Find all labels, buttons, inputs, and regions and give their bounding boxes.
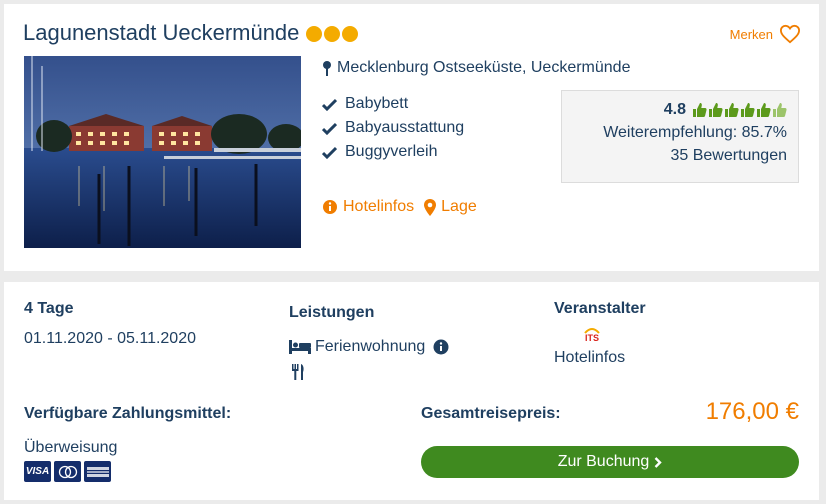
- total-label: Gesamtreisepreis:: [421, 405, 561, 422]
- thumbs-up-icon: [741, 103, 755, 117]
- meals-service: [291, 364, 305, 380]
- hotel-title[interactable]: Lagunenstadt Ueckermünde: [23, 20, 299, 46]
- payment-label: Verfügbare Zahlungsmittel:: [24, 405, 232, 422]
- info-icon: [323, 200, 337, 214]
- payment-icons: VISA: [24, 461, 111, 482]
- cutlery-icon: [292, 364, 304, 380]
- hotelinfo-link[interactable]: Hotelinfos: [322, 198, 414, 216]
- book-button-label: Zur Buchung: [557, 453, 650, 470]
- thumbs-rating: [692, 102, 787, 118]
- merken-label: Merken: [729, 26, 773, 42]
- star-icon: [306, 26, 322, 42]
- location-pin-icon: [323, 60, 331, 76]
- check-icon: [322, 98, 337, 111]
- thumbs-up-icon: [709, 103, 723, 117]
- its-logo: ITS: [584, 328, 600, 343]
- operator-label: Veranstalter: [554, 300, 646, 317]
- review-count: 35 Bewertungen: [670, 147, 787, 164]
- feature-list: Babybett Babyausstattung Buggyverleih: [322, 92, 464, 164]
- mastercard-icon: [54, 461, 81, 482]
- lage-link[interactable]: Lage: [424, 198, 477, 216]
- feature-label: Babyausstattung: [345, 119, 465, 136]
- list-item: Buggyverleih: [322, 140, 464, 164]
- merken-button[interactable]: Merken: [730, 24, 801, 44]
- booking-card: 4 Tage 01.11.2020 - 05.11.2020 Leistunge…: [4, 282, 819, 500]
- svg-text:ITS: ITS: [585, 333, 599, 343]
- recommendation-text: Weiterempfehlung: 85.7%: [603, 124, 787, 141]
- star-icon: [342, 26, 358, 42]
- hotel-location: Mecklenburg Ostseeküste, Ueckermünde: [322, 59, 630, 77]
- check-icon: [322, 122, 337, 135]
- hotel-photo-image: [24, 56, 301, 248]
- duration-label: 4 Tage: [24, 300, 74, 317]
- rating-score: 4.8: [663, 101, 686, 118]
- thumbs-up-icon: [757, 103, 771, 117]
- list-item: Babybett: [322, 92, 464, 116]
- hotel-card: Lagunenstadt Ueckermünde Merken Mecklenb…: [4, 4, 819, 271]
- hotelinfo-label: Hotelinfos: [343, 198, 415, 215]
- total-price: 176,00 €: [705, 398, 799, 425]
- payment-method: Überweisung: [24, 439, 118, 456]
- list-item: Babyausstattung: [322, 116, 464, 140]
- thumbs-up-icon: [773, 103, 787, 117]
- map-marker-icon: [424, 198, 437, 216]
- bed-icon: [289, 340, 311, 354]
- hotel-stars: [306, 26, 358, 42]
- amex-icon: [84, 461, 111, 482]
- accommodation-label: Ferienwohnung: [315, 338, 426, 355]
- feature-label: Babybett: [345, 95, 409, 112]
- heart-icon: [779, 24, 801, 44]
- visa-icon: VISA: [24, 461, 51, 482]
- hotel-links: Hotelinfos Lage: [322, 198, 477, 216]
- book-button[interactable]: Zur Buchung: [421, 446, 799, 478]
- feature-label: Buggyverleih: [345, 143, 438, 160]
- chevron-right-icon: [654, 456, 662, 468]
- check-icon: [322, 146, 337, 159]
- rating-summary: 4.8: [562, 101, 787, 119]
- hotel-photo[interactable]: [24, 56, 301, 248]
- thumbs-up-icon: [693, 103, 707, 117]
- accommodation-service: Ferienwohnung: [289, 338, 449, 356]
- travel-dates: 01.11.2020 - 05.11.2020: [24, 330, 196, 347]
- info-icon[interactable]: [433, 339, 449, 355]
- services-label: Leistungen: [289, 304, 375, 321]
- operator-hotelinfo-link[interactable]: Hotelinfos: [554, 349, 625, 367]
- lage-label: Lage: [441, 198, 477, 215]
- location-text: Mecklenburg Ostseeküste, Ueckermünde: [337, 59, 631, 76]
- thumbs-up-icon: [725, 103, 739, 117]
- star-icon: [324, 26, 340, 42]
- rating-box[interactable]: 4.8 Weiterempfehlung: 85.7% 35 Bewertung…: [561, 90, 799, 183]
